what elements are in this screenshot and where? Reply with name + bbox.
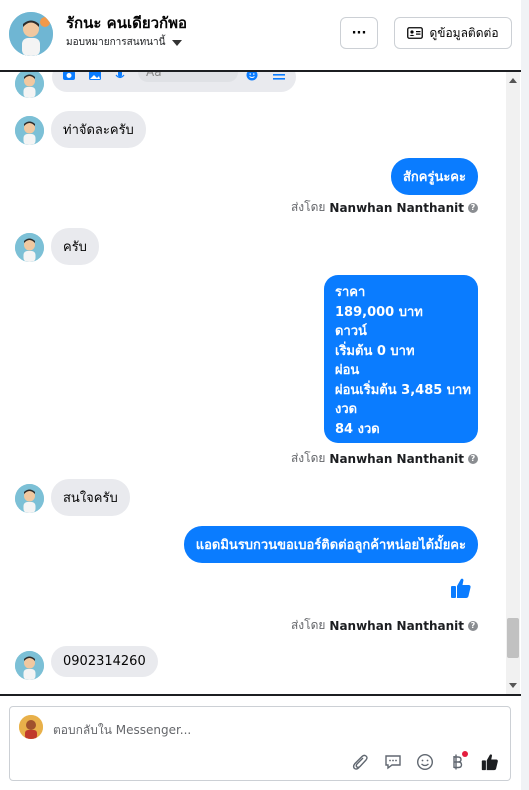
message-line: ราคา — [335, 285, 366, 300]
outgoing-message: แอดมินรบกวนขอเบอร์ติดต่อลูกค้าหน่อยได้มั… — [183, 526, 478, 563]
outgoing-message: สักครู่นะคะ — [390, 158, 478, 195]
help-icon[interactable]: ? — [468, 620, 478, 631]
more-options-button[interactable]: ··· — [340, 17, 378, 49]
sender-name[interactable]: Nanwhan Nanthanit — [329, 619, 464, 633]
contact-avatar[interactable] — [9, 12, 53, 56]
reply-input[interactable]: ตอบกลับใน Messenger... — [53, 721, 191, 740]
sent-by-label: ส่งโดย Nanwhan Nanthanit ? — [291, 198, 478, 217]
message-line: ผ่อน — [335, 363, 360, 378]
saved-replies-button[interactable] — [382, 751, 404, 773]
incoming-message: สนใจครับ — [51, 479, 130, 516]
chevron-down-icon — [172, 39, 183, 46]
incoming-message: 0902314260 — [51, 646, 158, 677]
thumbs-up-icon — [481, 754, 498, 771]
image-icon — [89, 72, 101, 80]
thumbs-up-icon — [451, 578, 471, 598]
contact-name[interactable]: รักนะ คนเดียวกัพอ — [66, 11, 187, 35]
smiley-icon — [416, 753, 434, 771]
emoji-icon — [246, 72, 258, 81]
contact-avatar-small — [15, 233, 44, 262]
notification-dot — [462, 751, 468, 757]
help-icon[interactable]: ? — [468, 202, 478, 213]
sender-name[interactable]: Nanwhan Nanthanit — [329, 452, 464, 466]
help-icon[interactable]: ? — [468, 453, 478, 464]
sent-by-prefix: ส่งโดย — [290, 618, 326, 632]
incoming-message: ท่าจัดละครับ — [51, 111, 146, 148]
chat-bubble-icon — [385, 755, 401, 770]
window-edge — [521, 0, 529, 790]
microphone-icon — [115, 72, 125, 79]
message-line: งวด — [335, 402, 358, 417]
incoming-message: ครับ — [51, 228, 99, 265]
view-contact-info-label: ดูข้อมูลติดต่อ — [429, 25, 499, 40]
scroll-down-arrow[interactable] — [509, 683, 517, 688]
menu-icon — [273, 74, 285, 80]
conversation-header: รักนะ คนเดียวกัพอ มอบหมายการสนทนานี้ ···… — [0, 0, 529, 72]
assign-label: มอบหมายการสนทนานี้ — [66, 37, 166, 48]
scroll-thumb[interactable] — [507, 618, 519, 658]
message-line: ดาวน์ — [335, 324, 367, 339]
sent-by-prefix: ส่งโดย — [290, 200, 326, 214]
outgoing-message: ราคา 189,000 บาท ดาวน์ เริ่มต้น 0 บาท ผ่… — [324, 275, 478, 443]
send-like-button[interactable] — [479, 751, 501, 773]
divider — [0, 694, 521, 696]
assign-conversation-dropdown[interactable]: มอบหมายการสนทนานี้ — [66, 35, 183, 50]
preview-text-input: Aa — [138, 72, 238, 82]
message-line: ผ่อนเริ่มต้น 3,485 บาท — [335, 382, 471, 398]
contact-avatar-small — [15, 651, 44, 680]
payment-button[interactable] — [446, 751, 468, 773]
emoji-button[interactable] — [414, 751, 436, 773]
scroll-up-arrow[interactable] — [509, 78, 517, 83]
contact-avatar-small — [15, 116, 44, 145]
camera-icon — [63, 72, 75, 80]
sent-by-label: ส่งโดย Nanwhan Nanthanit ? — [291, 449, 478, 468]
message-line: 84 งวด — [335, 421, 380, 437]
sent-by-prefix: ส่งโดย — [290, 451, 326, 465]
paperclip-icon — [352, 754, 368, 770]
contact-card-icon — [407, 27, 424, 39]
message-thread: Aa ท่าจัดละครับ สักครู่นะคะ ส่งโดย Nanwh… — [0, 72, 521, 694]
reply-composer: ตอบกลับใน Messenger... — [9, 706, 511, 781]
sender-name[interactable]: Nanwhan Nanthanit — [329, 201, 464, 215]
contact-avatar-small — [15, 484, 44, 513]
embedded-composer-preview: Aa — [52, 72, 296, 92]
message-line: เริ่มต้น 0 บาท — [335, 343, 415, 359]
view-contact-info-button[interactable]: ดูข้อมูลติดต่อ — [394, 17, 512, 49]
sent-by-label: ส่งโดย Nanwhan Nanthanit ? — [291, 616, 478, 635]
thread-scrollbar[interactable] — [506, 72, 520, 694]
contact-avatar-small — [15, 72, 44, 98]
attach-button[interactable] — [349, 751, 371, 773]
page-avatar — [19, 715, 43, 739]
message-line: 189,000 บาท — [335, 304, 423, 320]
